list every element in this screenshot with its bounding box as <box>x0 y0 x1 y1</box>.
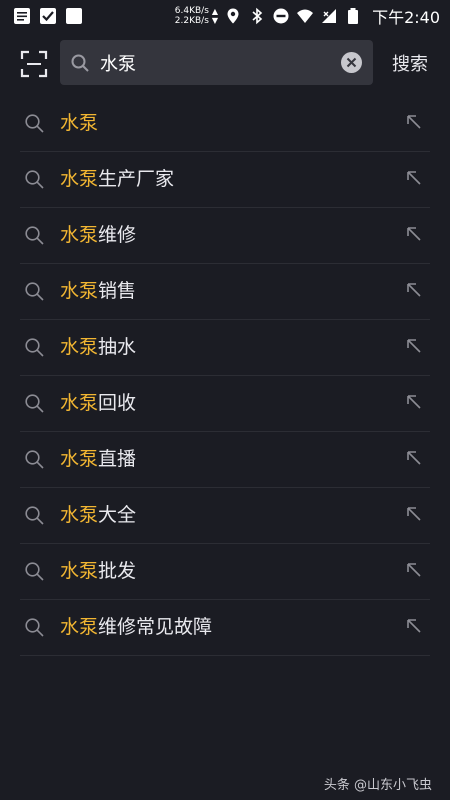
suggestion-highlight: 水泵 <box>60 392 99 414</box>
suggestion-item[interactable]: 水泵维修 <box>20 208 430 264</box>
fill-query-arrow-icon[interactable] <box>404 392 424 412</box>
search-header: 搜索 <box>0 40 450 86</box>
suggestion-item[interactable]: 水泵大全 <box>20 488 430 544</box>
location-icon <box>227 8 239 24</box>
suggestion-text: 水泵抽水 <box>60 334 136 360</box>
checkmark-app-icon <box>40 8 56 24</box>
suggestion-item[interactable]: 水泵批发 <box>20 544 430 600</box>
suggestion-highlight: 水泵 <box>60 280 99 302</box>
suggestion-item[interactable]: 水泵抽水 <box>20 320 430 376</box>
suggestion-rest: 直播 <box>98 448 137 470</box>
signal-icon <box>322 9 337 23</box>
status-time: 下午2:40 <box>372 8 440 27</box>
suggestion-item[interactable]: 水泵维修常见故障 <box>20 600 430 656</box>
suggestion-highlight: 水泵 <box>60 504 99 526</box>
search-icon <box>25 394 44 413</box>
suggestion-text: 水泵生产厂家 <box>60 166 174 192</box>
status-bar: 6.4KB/s 2.2KB/s ▲ ▼ 下午2:40 <box>0 0 450 32</box>
status-left-icons <box>12 6 84 26</box>
net-speed: 6.4KB/s 2.2KB/s <box>175 6 209 26</box>
suggestion-text: 水泵回收 <box>60 390 136 416</box>
suggestion-rest: 回收 <box>98 392 137 414</box>
suggestion-rest: 大全 <box>98 504 137 526</box>
suggestion-text: 水泵大全 <box>60 502 136 528</box>
fill-query-arrow-icon[interactable] <box>404 336 424 356</box>
suggestion-rest: 维修 <box>98 224 137 246</box>
search-icon <box>25 282 44 301</box>
search-icon <box>25 450 44 469</box>
do-not-disturb-icon <box>273 8 289 24</box>
scan-icon[interactable] <box>20 50 48 78</box>
suggestion-text: 水泵维修常见故障 <box>60 614 212 640</box>
fill-query-arrow-icon[interactable] <box>404 616 424 636</box>
suggestion-text: 水泵维修 <box>60 222 136 248</box>
net-arrows-icon: ▲ ▼ <box>211 7 219 25</box>
status-right-icons: 6.4KB/s 2.2KB/s ▲ ▼ 下午2:40 <box>175 0 440 32</box>
suggestion-rest: 抽水 <box>98 336 137 358</box>
suggestion-item[interactable]: 水泵直播 <box>20 432 430 488</box>
suggestion-rest: 销售 <box>98 280 137 302</box>
suggestion-item[interactable]: 水泵 <box>20 96 430 152</box>
fill-query-arrow-icon[interactable] <box>404 112 424 132</box>
fill-query-arrow-icon[interactable] <box>404 560 424 580</box>
search-icon <box>71 54 89 72</box>
suggestion-text: 水泵销售 <box>60 278 136 304</box>
suggestion-rest: 生产厂家 <box>98 168 175 190</box>
suggestion-item[interactable]: 水泵回收 <box>20 376 430 432</box>
fill-query-arrow-icon[interactable] <box>404 224 424 244</box>
suggestion-highlight: 水泵 <box>60 112 99 134</box>
suggestion-rest: 批发 <box>98 560 137 582</box>
suggestion-highlight: 水泵 <box>60 336 99 358</box>
search-input[interactable] <box>100 47 330 79</box>
wifi-icon <box>297 9 314 23</box>
search-icon <box>25 618 44 637</box>
net-speed-up: 6.4KB/s <box>174 6 209 16</box>
search-icon <box>25 562 44 581</box>
fill-query-arrow-icon[interactable] <box>404 448 424 468</box>
suggestion-item[interactable]: 水泵销售 <box>20 264 430 320</box>
bluetooth-icon <box>252 7 263 25</box>
battery-icon <box>348 8 359 24</box>
suggestion-highlight: 水泵 <box>60 168 99 190</box>
search-icon <box>25 506 44 525</box>
blank-app-icon <box>66 8 82 24</box>
suggestion-list: 水泵 水泵生产厂家 水泵维修 水泵销售 水泵抽水 水泵回收 水泵直播 水泵大全 水泵批发 水泵维修… <box>20 96 430 656</box>
suggestion-text: 水泵直播 <box>60 446 136 472</box>
search-button[interactable]: 搜索 <box>392 50 428 76</box>
suggestion-item[interactable]: 水泵生产厂家 <box>20 152 430 208</box>
search-icon <box>25 170 44 189</box>
suggestion-text: 水泵 <box>60 110 98 136</box>
notification-icon <box>14 8 30 24</box>
search-box[interactable] <box>60 40 373 85</box>
fill-query-arrow-icon[interactable] <box>404 168 424 188</box>
suggestion-rest: 维修常见故障 <box>98 616 213 638</box>
close-icon <box>346 57 357 68</box>
watermark-text: 头条 @山东小飞虫 <box>323 778 432 793</box>
suggestion-highlight: 水泵 <box>60 448 99 470</box>
net-speed-down: 2.2KB/s <box>174 16 209 26</box>
suggestion-highlight: 水泵 <box>60 616 99 638</box>
fill-query-arrow-icon[interactable] <box>404 504 424 524</box>
search-icon <box>25 338 44 357</box>
suggestion-highlight: 水泵 <box>60 224 99 246</box>
suggestion-text: 水泵批发 <box>60 558 136 584</box>
search-icon <box>25 114 44 133</box>
clear-button[interactable] <box>341 52 362 73</box>
suggestion-highlight: 水泵 <box>60 560 99 582</box>
fill-query-arrow-icon[interactable] <box>404 280 424 300</box>
search-icon <box>25 226 44 245</box>
